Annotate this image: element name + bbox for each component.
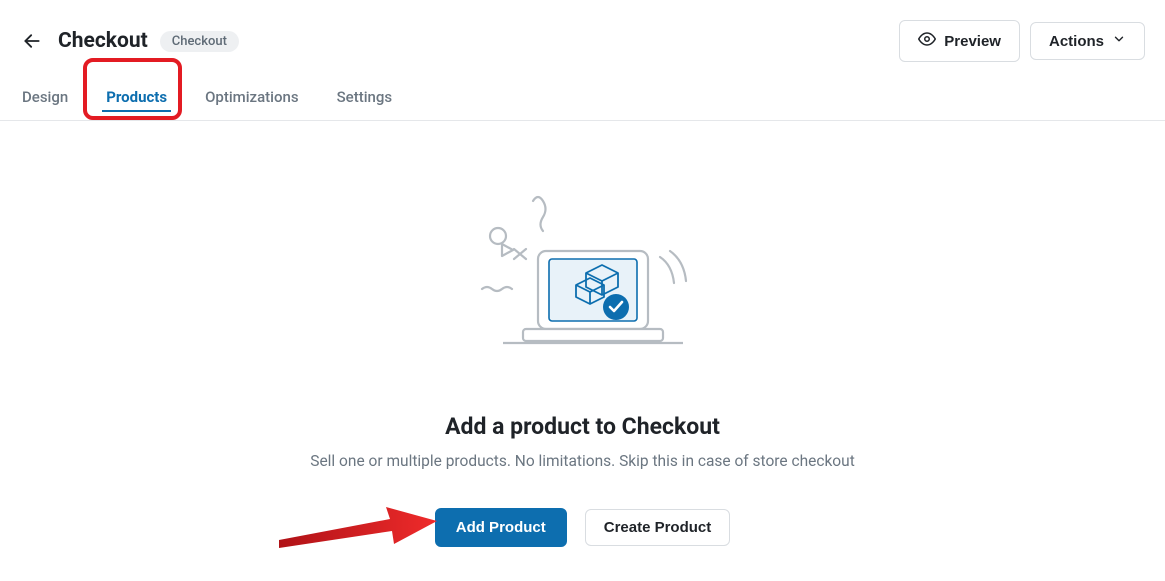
tab-products[interactable]: Products	[102, 74, 171, 120]
eye-icon	[918, 30, 936, 52]
add-product-button[interactable]: Add Product	[435, 508, 567, 547]
tab-design[interactable]: Design	[18, 74, 72, 120]
page-header: Checkout Checkout Preview Actions	[0, 0, 1165, 74]
tab-optimizations[interactable]: Optimizations	[201, 74, 303, 120]
page-title: Checkout	[58, 29, 148, 53]
chevron-down-icon	[1112, 32, 1126, 50]
page-badge: Checkout	[160, 31, 239, 52]
preview-label: Preview	[944, 33, 1001, 50]
preview-button[interactable]: Preview	[899, 20, 1020, 62]
create-product-button[interactable]: Create Product	[585, 509, 731, 546]
empty-state-actions: Add Product Create Product	[0, 508, 1165, 547]
empty-state-subtitle: Sell one or multiple products. No limita…	[0, 452, 1165, 470]
actions-label: Actions	[1049, 33, 1104, 50]
actions-button[interactable]: Actions	[1030, 22, 1145, 60]
tab-settings[interactable]: Settings	[333, 74, 397, 120]
laptop-product-illustration	[468, 181, 698, 385]
tabs-bar: Design Products Optimizations Settings	[0, 74, 1165, 121]
empty-state-title: Add a product to Checkout	[0, 413, 1165, 440]
empty-state: Add a product to Checkout Sell one or mu…	[0, 121, 1165, 547]
back-arrow-icon[interactable]	[20, 29, 44, 53]
